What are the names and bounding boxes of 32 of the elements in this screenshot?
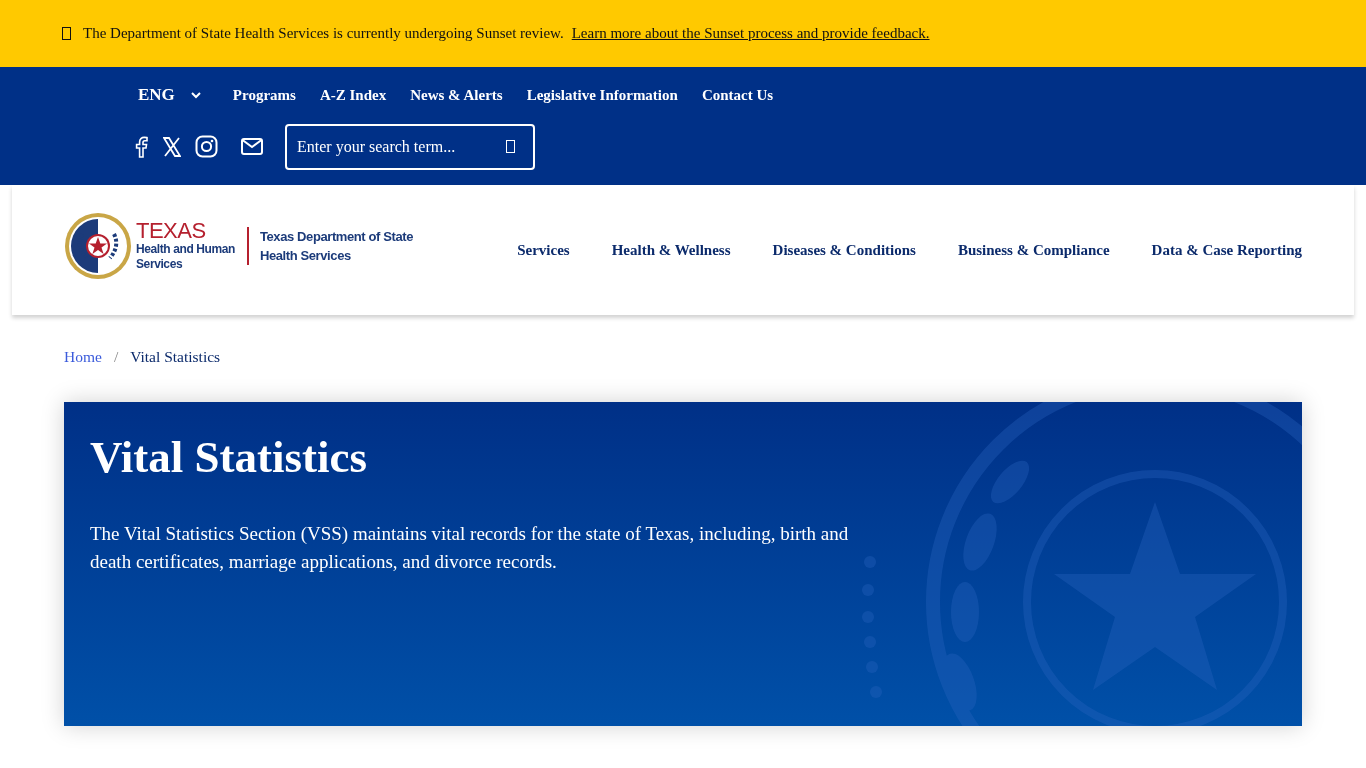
logo-agency-text: Health and Human (136, 242, 235, 257)
chevron-down-icon (190, 91, 201, 99)
logo-agency-text: Services (136, 257, 184, 272)
logo-state-text: TEXAS (136, 220, 207, 242)
alert-text: The Department of State Health Services is currently undergoing Sunset review. (83, 24, 564, 44)
main-nav-link[interactable]: Business & Compliance (957, 238, 1110, 262)
main-nav-link[interactable]: Diseases & Conditions (772, 238, 916, 262)
search-field[interactable]: Enter your search term... (285, 123, 535, 170)
search-button[interactable] (506, 139, 515, 153)
facebook-icon[interactable] (133, 135, 149, 158)
page-title: Vital Statistics (90, 431, 369, 485)
seal-logo-icon (64, 212, 132, 280)
instagram-icon[interactable] (195, 135, 218, 159)
x-logo-icon[interactable] (163, 136, 181, 157)
main-nav-link[interactable]: Services (517, 238, 570, 262)
main-nav-link[interactable]: Data & Case Reporting (1151, 238, 1302, 262)
logo-department-text: Texas Department of State (259, 228, 413, 246)
breadcrumb-separator: / (113, 347, 119, 367)
utility-nav-link[interactable]: News & Alerts (410, 83, 503, 107)
utility-nav-link[interactable]: A-Z Index (319, 83, 387, 107)
language-dropdown[interactable]: ENG (130, 82, 209, 108)
logo-department-text: Health Services (259, 247, 352, 265)
sunset-link[interactable]: Learn more about the Sunset process and provide feedback. (571, 22, 930, 45)
page-description: The Vital Statistics Section (VSS) maintains vital records for the state of Texas, including, birth and death certificates, marriage applications, and divorce records. (90, 522, 850, 575)
breadcrumb-link[interactable]: Home (64, 345, 102, 369)
missing-glyph-icon (62, 27, 71, 40)
utility-nav-link[interactable]: Programs (232, 83, 296, 107)
utility-nav-link[interactable]: Legislative Information (526, 83, 678, 107)
breadcrumb-current: Vital Statistics (130, 347, 221, 367)
mail-icon[interactable] (241, 138, 263, 156)
main-nav-link[interactable]: Health & Wellness (611, 238, 731, 262)
utility-nav-link[interactable]: Contact Us (701, 83, 774, 107)
